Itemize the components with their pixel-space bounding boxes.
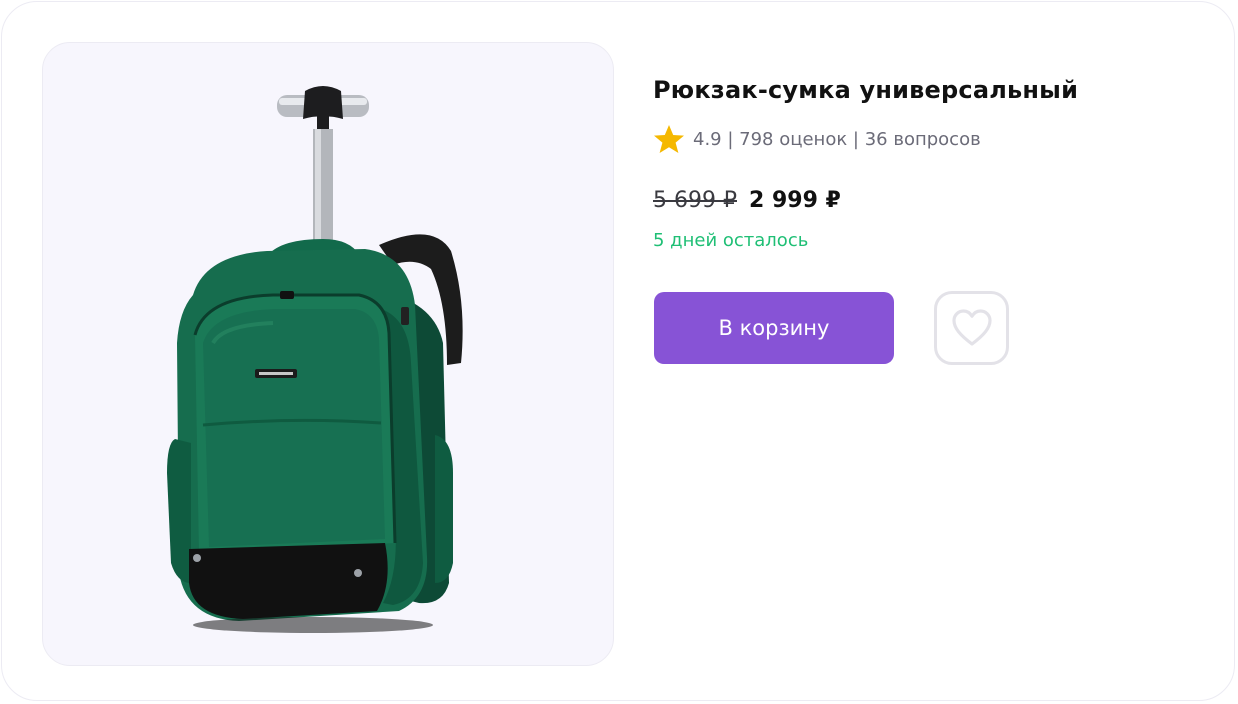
- days-left-label: 5 дней осталось: [653, 230, 809, 251]
- price-row: 5 699 ₽ 2 999 ₽: [653, 188, 841, 213]
- product-image[interactable]: [42, 42, 614, 666]
- product-title: Рюкзак-сумка универсальный: [653, 76, 1079, 104]
- add-to-cart-button[interactable]: В корзину: [654, 292, 894, 364]
- heart-icon: [951, 309, 992, 346]
- current-price: 2 999 ₽: [748, 188, 841, 213]
- backpack-image: [167, 86, 463, 633]
- product-card: Рюкзак-сумка универсальный 4.9 | 798 оце…: [1, 1, 1235, 701]
- old-price: 5 699 ₽: [653, 188, 737, 213]
- favorite-button[interactable]: [934, 291, 1009, 365]
- star-icon: [654, 125, 684, 153]
- bottom-panel: [189, 543, 388, 619]
- rating-summary[interactable]: 4.9 | 798 оценок | 36 вопросов: [693, 129, 981, 150]
- rating-row: 4.9 | 798 оценок | 36 вопросов: [653, 124, 981, 154]
